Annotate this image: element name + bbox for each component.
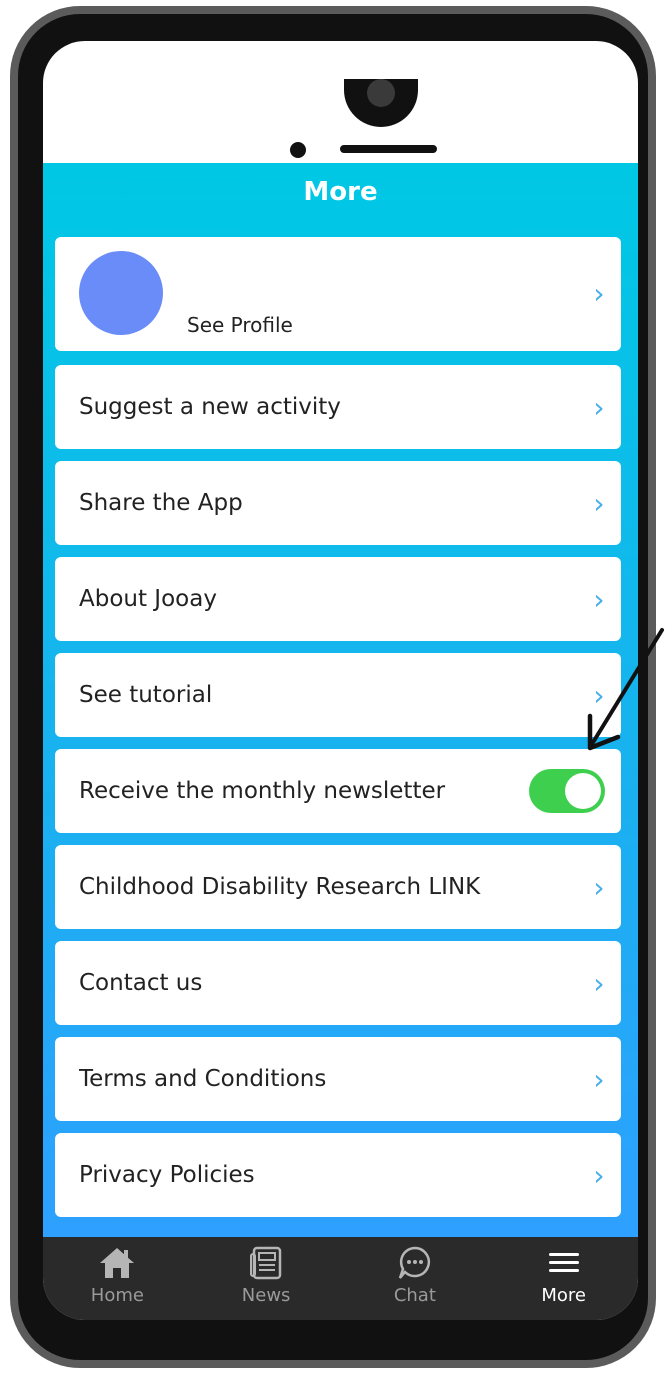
menu-item-label: Receive the monthly newsletter: [79, 778, 446, 804]
menu-item-label: Suggest a new activity: [79, 394, 341, 420]
menu-item-about[interactable]: About Jooay ›: [55, 557, 621, 641]
profile-card[interactable]: See Profile ›: [55, 237, 621, 351]
front-camera: [367, 79, 395, 107]
menu-item-label: Childhood Disability Research LINK: [79, 874, 481, 900]
tab-more[interactable]: More: [489, 1237, 638, 1320]
chevron-right-icon: ›: [593, 582, 605, 616]
tab-label: Chat: [393, 1285, 436, 1306]
chevron-right-icon: ›: [593, 966, 605, 1000]
tab-label: More: [541, 1285, 586, 1306]
tab-chat[interactable]: Chat: [341, 1237, 490, 1320]
menu-item-contact[interactable]: Contact us ›: [55, 941, 621, 1025]
home-icon: [98, 1245, 136, 1281]
newsletter-toggle[interactable]: [529, 769, 605, 813]
chevron-right-icon: ›: [593, 1062, 605, 1096]
tab-label: Home: [90, 1285, 144, 1306]
menu-item-share-app[interactable]: Share the App ›: [55, 461, 621, 545]
menu-item-terms[interactable]: Terms and Conditions ›: [55, 1037, 621, 1121]
more-screen: More See Profile › Suggest a new activit…: [43, 163, 638, 1237]
see-profile-label: See Profile: [187, 313, 293, 337]
bottom-tab-bar: Home News Chat More: [43, 1237, 638, 1320]
chevron-right-icon: ›: [593, 870, 605, 904]
menu-item-privacy[interactable]: Privacy Policies ›: [55, 1133, 621, 1217]
menu-icon: [547, 1245, 581, 1281]
avatar: [79, 251, 163, 335]
menu-item-tutorial[interactable]: See tutorial ›: [55, 653, 621, 737]
earpiece-speaker: [340, 145, 437, 153]
tab-home[interactable]: Home: [43, 1237, 192, 1320]
chevron-right-icon: ›: [593, 390, 605, 424]
chevron-right-icon: ›: [593, 486, 605, 520]
menu-item-label: Share the App: [79, 490, 243, 516]
menu-item-research-link[interactable]: Childhood Disability Research LINK ›: [55, 845, 621, 929]
toggle-knob: [565, 773, 601, 809]
page-title: More: [303, 177, 378, 207]
menu-item-suggest-activity[interactable]: Suggest a new activity ›: [55, 365, 621, 449]
chat-bubble-icon: [397, 1245, 433, 1281]
proximity-sensor: [290, 142, 306, 158]
menu-item-label: See tutorial: [79, 682, 213, 708]
tab-label: News: [241, 1285, 291, 1306]
menu-item-label: About Jooay: [79, 586, 217, 612]
chevron-right-icon: ›: [593, 277, 605, 310]
phone-screen: More See Profile › Suggest a new activit…: [43, 41, 638, 1320]
menu-item-label: Terms and Conditions: [79, 1066, 327, 1092]
tab-news[interactable]: News: [192, 1237, 341, 1320]
menu-item-label: Contact us: [79, 970, 203, 996]
chevron-right-icon: ›: [593, 678, 605, 712]
chevron-right-icon: ›: [593, 1158, 605, 1192]
menu-item-newsletter: Receive the monthly newsletter: [55, 749, 621, 833]
newspaper-icon: [249, 1245, 283, 1281]
menu-item-label: Privacy Policies: [79, 1162, 255, 1188]
